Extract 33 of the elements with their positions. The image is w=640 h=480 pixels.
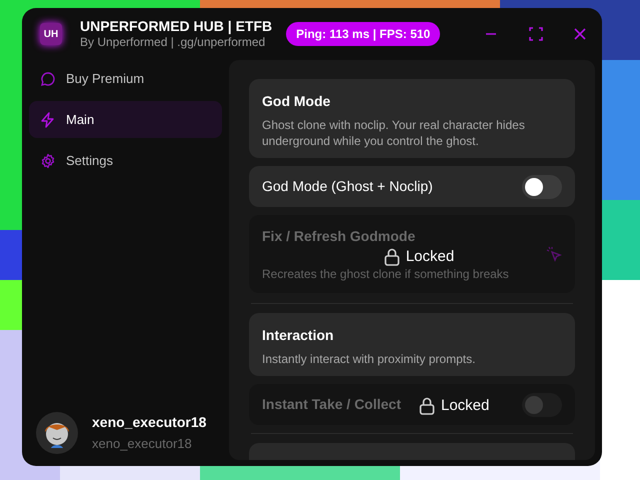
window-title: UNPERFORMED HUB | ETFB bbox=[80, 18, 272, 36]
click-icon bbox=[546, 246, 562, 262]
sidebar-item[interactable]: Buy Premium bbox=[29, 60, 222, 97]
section-description: Ghost clone with noclip. Your real character hides underground while you control the ghost. bbox=[262, 117, 526, 149]
toggle-row[interactable]: Instant Take / Collect Locked bbox=[249, 384, 575, 425]
lock-icon bbox=[419, 397, 435, 416]
close-icon[interactable] bbox=[574, 28, 586, 40]
lock-icon bbox=[384, 248, 400, 266]
window-subtitle: By Unperformed | .gg/unperformed bbox=[80, 35, 266, 50]
sidebar-item[interactable]: Settings bbox=[29, 142, 222, 179]
toggle-label: Instant Take / Collect bbox=[262, 395, 401, 414]
locked-label: Locked bbox=[441, 396, 490, 416]
settings-icon bbox=[40, 152, 56, 168]
action-card[interactable]: Fix / Refresh Godmode Locked Recreates the ghost clone if something breaks bbox=[249, 215, 575, 293]
toggle-switch[interactable] bbox=[522, 392, 562, 416]
toggle-row[interactable]: God Mode (Ghost + Noclip) bbox=[249, 166, 575, 207]
locked-label: Locked bbox=[406, 246, 454, 267]
lightning-icon bbox=[40, 112, 56, 128]
action-description: Recreates the ghost clone if something breaks bbox=[262, 267, 510, 282]
section-title: Interaction bbox=[262, 326, 335, 345]
maximize-icon[interactable] bbox=[529, 27, 543, 41]
chat-icon bbox=[40, 70, 56, 86]
toggle-switch[interactable] bbox=[522, 174, 562, 198]
action-title: Fix / Refresh Godmode bbox=[262, 227, 416, 246]
logo: UH bbox=[40, 23, 62, 45]
sidebar-item[interactable]: Main bbox=[29, 101, 222, 138]
profile-username: xeno_executor18 bbox=[92, 436, 193, 452]
section-description: Instantly interact with proximity prompts. bbox=[262, 351, 476, 367]
avatar bbox=[36, 412, 78, 454]
toggle-label: God Mode (Ghost + Noclip) bbox=[262, 177, 433, 196]
stats-badge: Ping: 113 ms | FPS: 510 bbox=[286, 22, 440, 46]
profile-name: xeno_executor18 bbox=[92, 414, 206, 432]
section-title: God Mode bbox=[262, 92, 332, 111]
